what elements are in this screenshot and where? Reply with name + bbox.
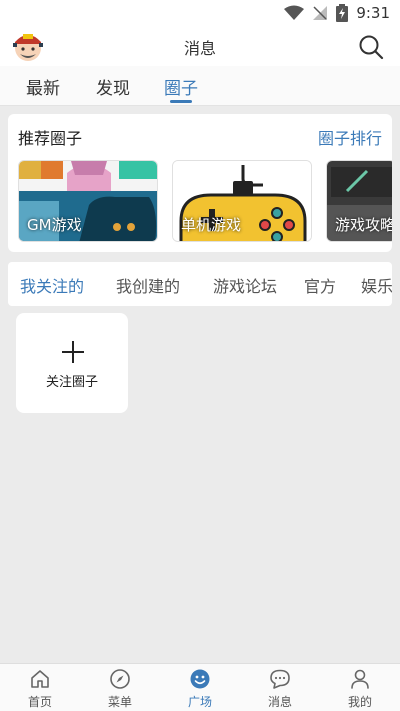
nav-square[interactable]: 广场: [170, 668, 230, 710]
tab-official[interactable]: 官方: [304, 273, 336, 297]
circle-tile-gm-games[interactable]: GM游戏: [18, 160, 158, 242]
plus-icon: [62, 341, 84, 363]
top-tabs: 最新 发现 圈子: [0, 66, 400, 106]
compass-icon: [110, 669, 130, 689]
smile-icon: [190, 669, 210, 689]
page-title: 消息: [183, 39, 216, 58]
tab-created[interactable]: 我创建的: [116, 273, 180, 297]
nav-label: 我的: [347, 695, 372, 709]
nav-home[interactable]: 首页: [10, 668, 70, 710]
circle-label: 单机游戏: [181, 216, 242, 234]
follow-circle-label: 关注圈子: [45, 375, 98, 390]
tab-latest[interactable]: 最新: [26, 74, 60, 99]
nav-label: 广场: [187, 695, 212, 709]
circle-tile-single-player[interactable]: 单机游戏: [172, 160, 312, 242]
circle-category-tabs: 我关注的 我创建的 游戏论坛 官方 娱乐: [8, 262, 392, 306]
home-icon: [31, 670, 49, 688]
active-tab-indicator: [170, 100, 192, 103]
recommend-title: 推荐圈子: [18, 129, 83, 148]
circle-ranking-link[interactable]: 圈子排行: [318, 125, 382, 149]
nav-label: 消息: [267, 695, 292, 709]
status-bar: 9:31: [0, 0, 400, 26]
follow-circle-button[interactable]: 关注圈子: [16, 313, 128, 413]
tab-game-forum[interactable]: 游戏论坛: [213, 273, 277, 297]
nav-label: 首页: [27, 695, 52, 709]
message-icon: [270, 669, 290, 689]
tab-discover[interactable]: 发现: [96, 74, 130, 99]
recommend-circles-card: 推荐圈子 圈子排行 GM游戏 单机游戏 游戏攻略: [8, 114, 392, 252]
wifi-icon: [284, 5, 305, 20]
tab-entertainment[interactable]: 娱乐: [361, 273, 392, 297]
circle-label: GM游戏: [27, 216, 82, 234]
nav-menu[interactable]: 菜单: [90, 668, 150, 710]
app-header: 消息: [0, 26, 400, 66]
bottom-navigation: 首页 菜单 广场 消息 我的: [0, 663, 400, 711]
nav-profile[interactable]: 我的: [330, 668, 390, 710]
search-icon[interactable]: [358, 34, 384, 60]
nav-label: 菜单: [107, 695, 132, 709]
status-time: 9:31: [356, 4, 390, 22]
battery-charging-icon: [336, 4, 349, 22]
nav-messages[interactable]: 消息: [250, 668, 310, 710]
circle-tile-game-guides[interactable]: 游戏攻略: [326, 160, 392, 242]
tab-circles[interactable]: 圈子: [164, 74, 198, 99]
circle-label: 游戏攻略: [335, 216, 392, 234]
person-icon: [351, 669, 369, 689]
no-signal-icon: [313, 6, 328, 20]
tab-following[interactable]: 我关注的: [20, 273, 84, 297]
